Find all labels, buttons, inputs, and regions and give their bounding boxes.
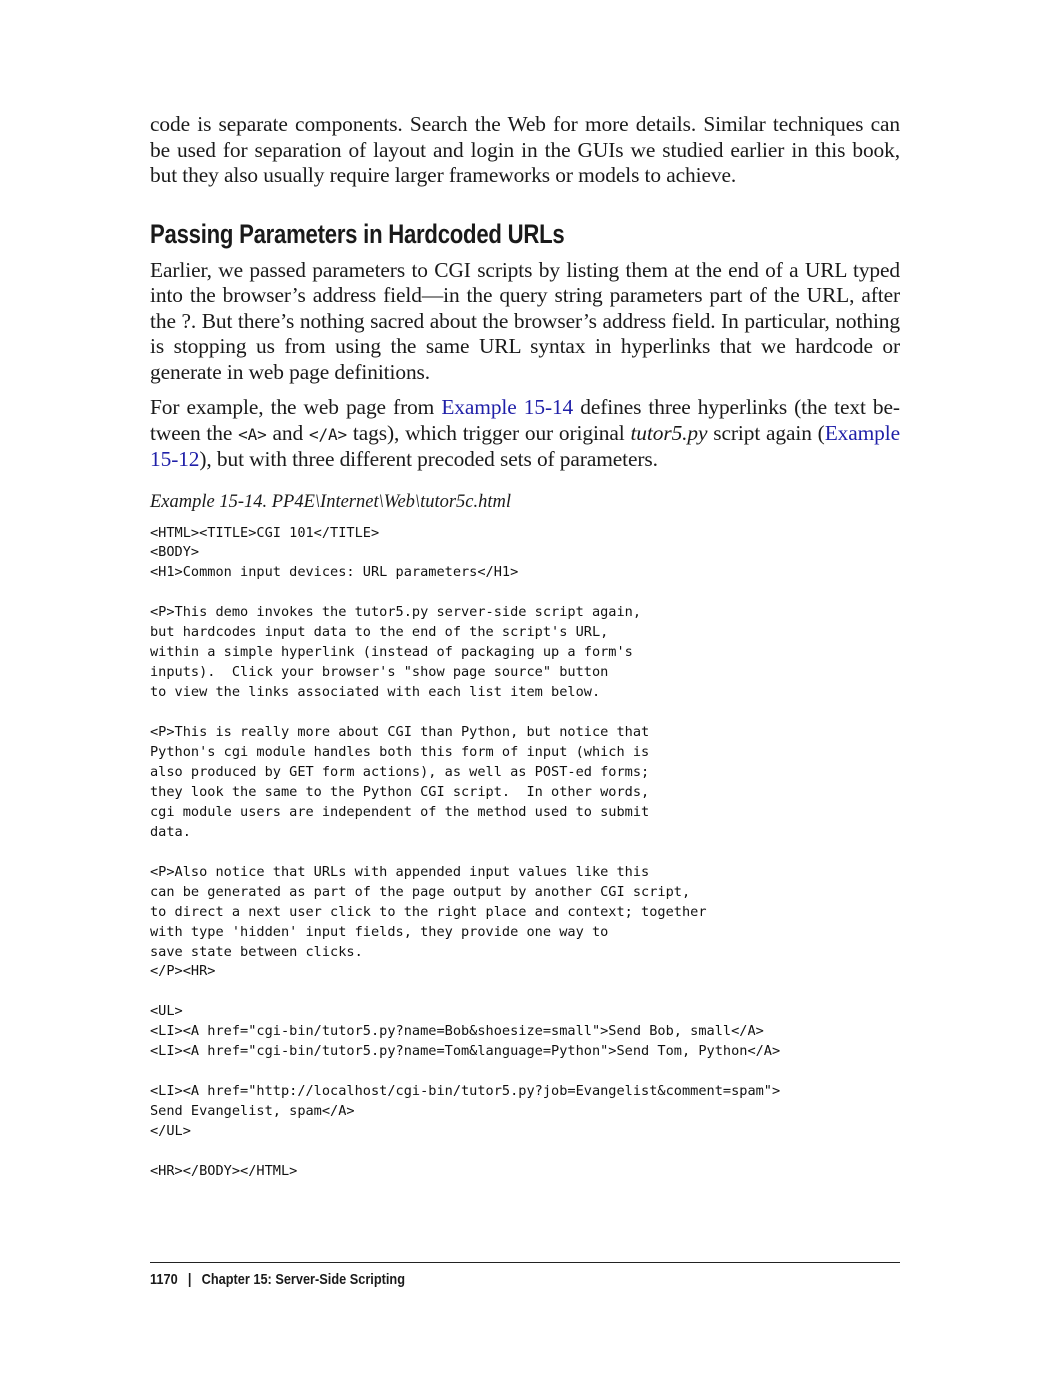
- example-caption: Example 15-14. PP4E\Internet\Web\tutor5c…: [150, 491, 512, 512]
- paragraph-2-text-5: script again (: [707, 420, 825, 445]
- paragraph-1: Earlier, we passed parameters to CGI scr…: [150, 257, 900, 384]
- inline-code-a-close: </A>: [308, 424, 348, 444]
- intro-paragraph: code is separate components. Search the …: [150, 112, 900, 187]
- paragraph-2-text-3: and: [266, 420, 309, 445]
- footer-divider: [150, 1262, 900, 1263]
- code-listing: <HTML><TITLE>CGI 101</TITLE> <BODY> <H1>…: [150, 524, 781, 1180]
- page-footer: 1170 | Chapter 15: Server-Side Scripting: [150, 1270, 405, 1290]
- paragraph-2: For example, the web page from Example 1…: [150, 395, 900, 473]
- page-content: code is separate components. Search the …: [150, 112, 900, 1182]
- footer-separator: |: [187, 1271, 192, 1288]
- example-15-14-link[interactable]: Example 15-14: [441, 395, 573, 419]
- paragraph-2-text-6: ), but with three different precoded set…: [199, 447, 658, 471]
- paragraph-2-text-1: For example, the web page from: [150, 395, 442, 419]
- inline-code-a-open: <A>: [238, 424, 267, 444]
- paragraph-2-text-4: tags), which trigger our original: [347, 420, 631, 445]
- chapter-title: Chapter 15: Server-Side Scripting: [201, 1271, 405, 1288]
- page-number: 1170: [150, 1271, 178, 1288]
- section-heading: Passing Parameters in Hardcoded URLs: [150, 218, 565, 249]
- script-name-emphasis: tutor5.py: [630, 420, 708, 445]
